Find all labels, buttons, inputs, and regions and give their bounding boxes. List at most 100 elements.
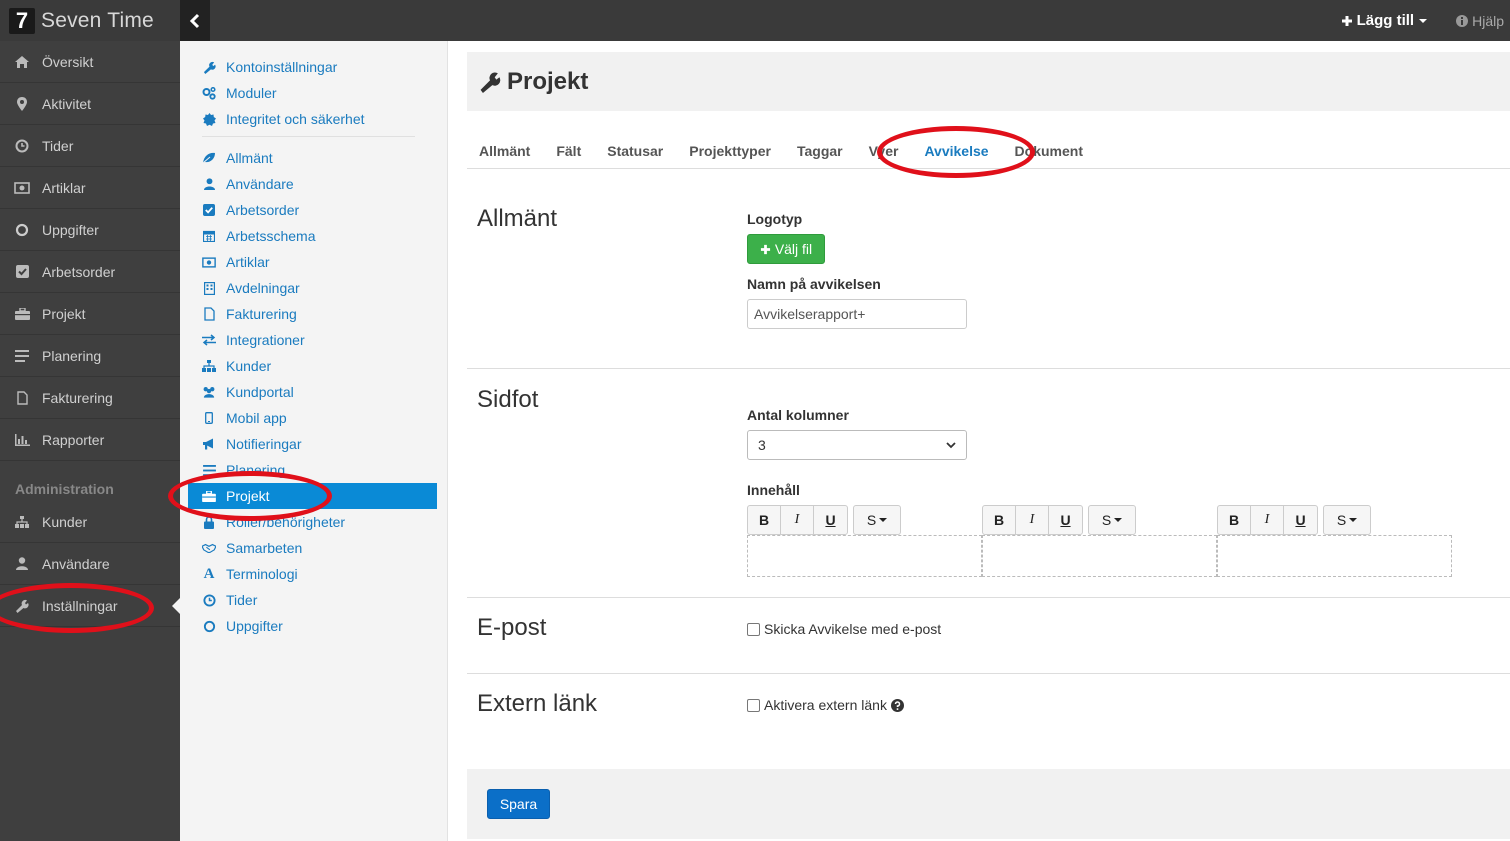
nav-item-kunder[interactable]: Kunder bbox=[0, 501, 180, 543]
column-count-select[interactable]: 3 bbox=[747, 430, 967, 460]
save-button[interactable]: Spara bbox=[487, 789, 550, 819]
underline-button[interactable]: U bbox=[814, 506, 847, 534]
underline-button[interactable]: U bbox=[1284, 506, 1317, 534]
form-actions-bar: Spara bbox=[467, 769, 1510, 839]
column-count-value: 3 bbox=[758, 437, 766, 453]
underline-button[interactable]: U bbox=[1049, 506, 1082, 534]
submenu-item-mobil-app[interactable]: Mobil app bbox=[180, 405, 447, 431]
submenu-item-projekt[interactable]: Projekt bbox=[188, 483, 437, 509]
submenu-item-avdelningar[interactable]: Avdelningar bbox=[180, 275, 447, 301]
nav-item-oversikt[interactable]: Översikt bbox=[0, 41, 180, 83]
nav-item-label: Fakturering bbox=[42, 389, 113, 406]
tab-vyer[interactable]: Vyer bbox=[869, 143, 899, 159]
help-link[interactable]: Hjälp bbox=[1456, 13, 1504, 29]
home-icon bbox=[14, 54, 30, 70]
format-group: B I U bbox=[1217, 505, 1318, 535]
nav-item-rapporter[interactable]: Rapporter bbox=[0, 419, 180, 461]
tab-bar: Allmänt Fält Statusar Projekttyper Tagga… bbox=[467, 133, 1510, 169]
nav-item-tider[interactable]: Tider bbox=[0, 125, 180, 167]
question-circle-icon[interactable] bbox=[890, 698, 904, 712]
bold-button[interactable]: B bbox=[1218, 506, 1251, 534]
submenu-item-allmant[interactable]: Allmänt bbox=[180, 145, 447, 171]
submenu-item-integrationer[interactable]: Integrationer bbox=[180, 327, 447, 353]
italic-button[interactable]: I bbox=[1251, 506, 1284, 534]
style-group: S bbox=[1088, 505, 1136, 535]
nav-item-projekt[interactable]: Projekt bbox=[0, 293, 180, 335]
submenu-item-uppgifter[interactable]: Uppgifter bbox=[180, 613, 447, 639]
chevron-left-icon bbox=[189, 13, 200, 28]
left-nav: Översikt Aktivitet Tider Artiklar Uppgif… bbox=[0, 41, 180, 841]
footer-editor-3: B I U S bbox=[1217, 505, 1452, 577]
nav-item-planering[interactable]: Planering bbox=[0, 335, 180, 377]
bold-button[interactable]: B bbox=[983, 506, 1016, 534]
tab-taggar[interactable]: Taggar bbox=[797, 143, 843, 159]
page-title: Projekt bbox=[507, 67, 589, 95]
deviation-name-input[interactable] bbox=[747, 299, 967, 329]
italic-button[interactable]: I bbox=[781, 506, 814, 534]
tab-dokument[interactable]: Dokument bbox=[1015, 143, 1083, 159]
submenu-item-label: Tider bbox=[226, 592, 258, 608]
section-footer: Sidfot Antal kolumner 3 Innehåll B I U S bbox=[467, 369, 1510, 598]
tab-falt[interactable]: Fält bbox=[556, 143, 581, 159]
submenu-item-label: Artiklar bbox=[226, 254, 270, 270]
tab-statusar[interactable]: Statusar bbox=[607, 143, 663, 159]
send-email-label: Skicka Avvikelse med e-post bbox=[764, 621, 942, 637]
editor-content-area[interactable] bbox=[982, 535, 1217, 577]
tab-projekttyper[interactable]: Projekttyper bbox=[689, 143, 771, 159]
tab-allmant[interactable]: Allmänt bbox=[479, 143, 530, 159]
column-count-label: Antal kolumner bbox=[747, 407, 849, 423]
collapse-sidebar-button[interactable] bbox=[180, 0, 210, 41]
submenu-item-moduler[interactable]: Moduler bbox=[180, 80, 447, 106]
section-email: E-post Skicka Avvikelse med e-post bbox=[467, 598, 1510, 674]
nav-item-label: Kunder bbox=[42, 513, 88, 530]
submenu-item-kontoinstallningar[interactable]: Kontoinställningar bbox=[180, 54, 447, 80]
nav-item-label: Rapporter bbox=[42, 431, 105, 448]
editor-content-area[interactable] bbox=[1217, 535, 1452, 577]
tab-avvikelse[interactable]: Avvikelse bbox=[924, 143, 988, 159]
submenu-item-arbetsorder[interactable]: Arbetsorder bbox=[180, 197, 447, 223]
external-link-checkbox[interactable] bbox=[747, 698, 760, 712]
section-title: Sidfot bbox=[477, 386, 539, 413]
nav-item-installningar[interactable]: Inställningar bbox=[0, 585, 180, 627]
nav-item-arbetsorder[interactable]: Arbetsorder bbox=[0, 251, 180, 293]
brand[interactable]: 7 Seven Time bbox=[0, 0, 180, 41]
nav-item-label: Inställningar bbox=[42, 597, 118, 614]
style-dropdown-button[interactable]: S bbox=[1089, 506, 1135, 534]
style-dropdown-button[interactable]: S bbox=[1324, 506, 1370, 534]
submenu-item-kunder[interactable]: Kunder bbox=[180, 353, 447, 379]
send-email-checkbox[interactable] bbox=[747, 622, 760, 636]
brand-logo: 7 bbox=[9, 7, 35, 34]
submenu-item-anvandare[interactable]: Användare bbox=[180, 171, 447, 197]
choose-file-button[interactable]: Välj fil bbox=[747, 234, 825, 264]
submenu-item-notifieringar[interactable]: Notifieringar bbox=[180, 431, 447, 457]
map-marker-icon bbox=[14, 96, 30, 112]
style-dropdown-button[interactable]: S bbox=[854, 506, 900, 534]
italic-button[interactable]: I bbox=[1016, 506, 1049, 534]
submenu-item-roller[interactable]: Roller/behörigheter bbox=[180, 509, 447, 535]
file-icon bbox=[14, 390, 30, 406]
wrench-icon bbox=[480, 72, 501, 93]
submenu-item-tider[interactable]: Tider bbox=[180, 587, 447, 613]
help-label: Hjälp bbox=[1472, 12, 1504, 29]
bold-button[interactable]: B bbox=[748, 506, 781, 534]
submenu-item-samarbeten[interactable]: Samarbeten bbox=[180, 535, 447, 561]
nav-item-fakturering[interactable]: Fakturering bbox=[0, 377, 180, 419]
nav-item-label: Tider bbox=[42, 137, 74, 154]
circle-icon bbox=[14, 222, 30, 238]
submenu-item-arbetsschema[interactable]: Arbetsschema bbox=[180, 223, 447, 249]
nav-item-uppgifter[interactable]: Uppgifter bbox=[0, 209, 180, 251]
nav-item-artiklar[interactable]: Artiklar bbox=[0, 167, 180, 209]
submenu-item-fakturering[interactable]: Fakturering bbox=[180, 301, 447, 327]
admin-heading: Administration bbox=[15, 481, 114, 497]
leaf-icon bbox=[202, 151, 216, 165]
submenu-item-artiklar[interactable]: Artiklar bbox=[180, 249, 447, 275]
editor-content-area[interactable] bbox=[747, 535, 982, 577]
submenu-item-integritet[interactable]: Integritet och säkerhet bbox=[180, 106, 447, 132]
nav-item-anvandare[interactable]: Användare bbox=[0, 543, 180, 585]
nav-item-aktivitet[interactable]: Aktivitet bbox=[0, 83, 180, 125]
add-menu-button[interactable]: Lägg till bbox=[1341, 12, 1429, 29]
submenu-item-planering[interactable]: Planering bbox=[180, 457, 447, 483]
submenu-item-label: Samarbeten bbox=[226, 540, 303, 556]
submenu-item-terminologi[interactable]: A Terminologi bbox=[180, 561, 447, 587]
submenu-item-kundportal[interactable]: Kundportal bbox=[180, 379, 447, 405]
